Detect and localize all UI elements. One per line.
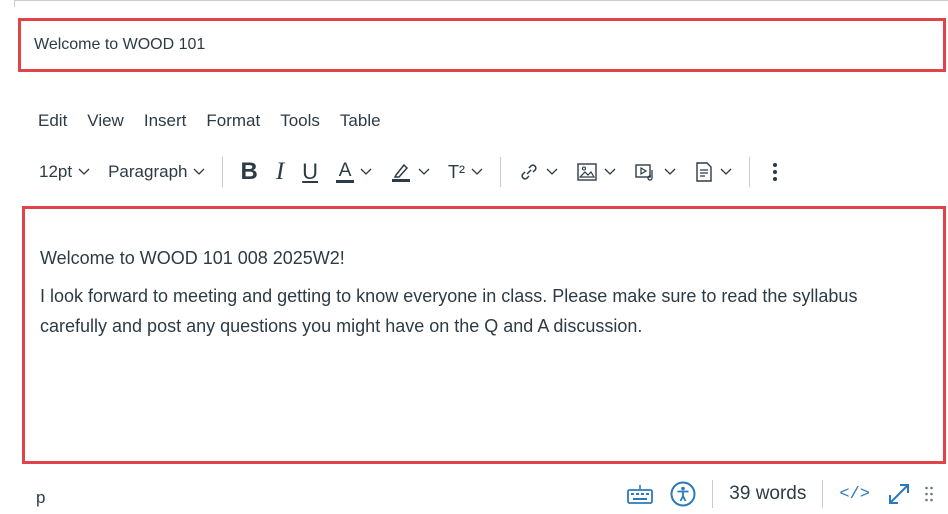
status-bar: p 39 words </> — [0, 474, 948, 514]
keyboard-shortcuts-button[interactable] — [618, 478, 662, 510]
editor-frame — [14, 0, 948, 7]
accessibility-icon — [670, 481, 696, 507]
superscript-icon: T² — [448, 161, 466, 182]
formatting-toolbar: 12pt Paragraph B I U A T² — [30, 152, 792, 192]
link-icon — [521, 164, 537, 180]
highlight-color-button[interactable] — [381, 154, 439, 190]
fullscreen-button[interactable] — [878, 478, 920, 510]
rich-text-area[interactable]: Welcome to WOOD 101 008 2025W2! I look f… — [25, 209, 943, 341]
chevron-down-icon — [546, 168, 558, 175]
element-path[interactable]: p — [36, 488, 45, 508]
superscript-dropdown[interactable]: T² — [439, 154, 492, 190]
toolbar-separator — [500, 157, 502, 187]
toolbar-separator — [749, 157, 751, 187]
chevron-down-icon — [604, 168, 616, 175]
bold-button[interactable]: B — [231, 154, 266, 190]
status-bar-actions: 39 words </> — [618, 478, 938, 510]
chevron-down-icon — [664, 168, 676, 175]
accessibility-checker-button[interactable] — [662, 478, 704, 510]
chevron-down-icon — [78, 168, 90, 175]
resize-handle[interactable] — [920, 478, 938, 510]
menu-view[interactable]: View — [87, 110, 124, 132]
editor-body-wrapper: Welcome to WOOD 101 008 2025W2! I look f… — [22, 206, 946, 464]
image-dropdown[interactable] — [567, 154, 625, 190]
italic-button[interactable]: I — [267, 154, 293, 190]
media-dropdown[interactable] — [625, 154, 685, 190]
image-icon — [577, 163, 597, 181]
keyboard-icon — [627, 485, 654, 504]
code-icon: </> — [839, 484, 870, 504]
body-paragraph-text: I look forward to meeting and getting to… — [40, 286, 858, 336]
chevron-down-icon — [471, 168, 483, 175]
title-input[interactable] — [21, 21, 943, 69]
text-color-letter: A — [338, 159, 352, 181]
menu-table[interactable]: Table — [340, 110, 381, 132]
status-separator — [712, 480, 714, 508]
expand-icon — [889, 484, 909, 504]
document-icon — [696, 162, 712, 182]
menu-edit[interactable]: Edit — [38, 110, 67, 132]
text-color-swatch — [336, 179, 355, 183]
body-heading-text: Welcome to WOOD 101 008 2025W2! — [40, 248, 345, 268]
menu-tools[interactable]: Tools — [280, 110, 320, 132]
text-color-button[interactable]: A — [327, 154, 381, 190]
more-options-button[interactable] — [758, 154, 792, 190]
font-size-dropdown[interactable]: 12pt — [30, 154, 99, 190]
vertical-ellipsis-icon — [773, 163, 778, 181]
block-format-dropdown[interactable]: Paragraph — [99, 154, 214, 190]
media-icon — [635, 164, 653, 181]
document-dropdown[interactable] — [685, 154, 741, 190]
status-separator — [822, 480, 824, 508]
chevron-down-icon — [194, 168, 205, 175]
html-editor-toggle[interactable]: </> — [831, 478, 878, 510]
toolbar-separator — [222, 157, 224, 187]
menu-insert[interactable]: Insert — [144, 110, 187, 132]
title-field-wrapper — [18, 18, 946, 72]
text-color-icon: A — [336, 159, 355, 183]
font-size-value: 12pt — [39, 162, 73, 181]
chevron-down-icon — [720, 168, 732, 175]
drag-handle-icon — [925, 486, 933, 502]
chevron-down-icon — [360, 168, 372, 175]
link-dropdown[interactable] — [509, 154, 567, 190]
chevron-down-icon — [418, 168, 430, 175]
block-format-value: Paragraph — [108, 162, 188, 181]
menu-format[interactable]: Format — [206, 110, 260, 132]
underline-button[interactable]: U — [293, 154, 327, 190]
word-count: 39 words — [729, 483, 807, 504]
menu-bar: Edit View Insert Format Tools Table — [38, 110, 401, 132]
highlighter-icon — [392, 163, 411, 182]
